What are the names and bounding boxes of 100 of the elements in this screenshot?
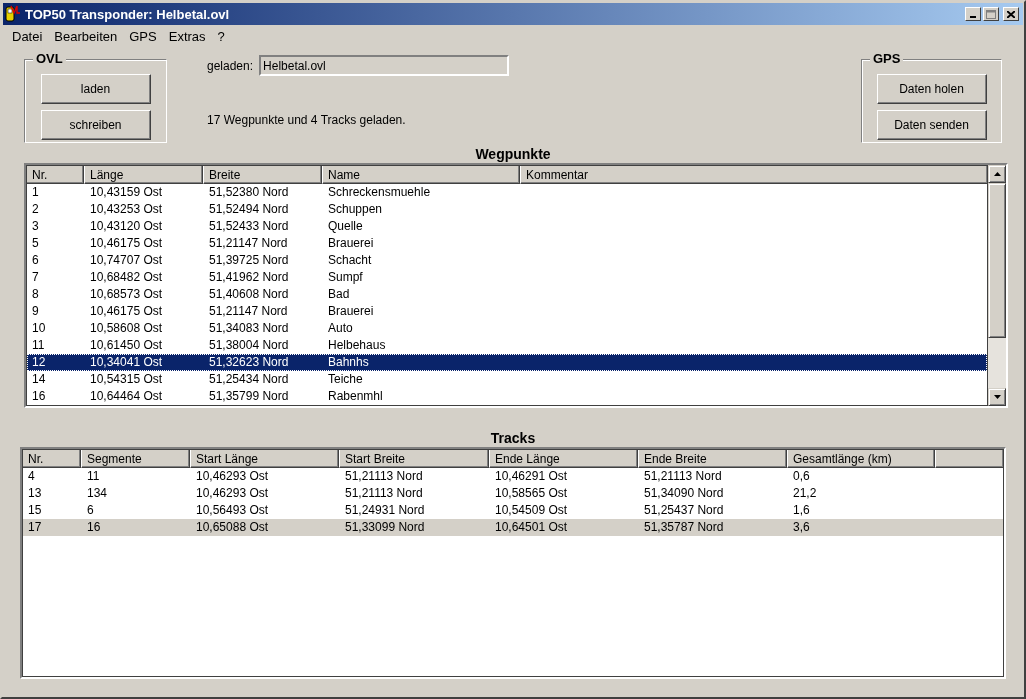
table-cell-text: 11 <box>31 337 46 354</box>
table-cell-text: 21,2 <box>792 485 818 502</box>
table-cell-text: 134 <box>86 485 109 502</box>
group-button[interactable]: laden <box>40 74 151 104</box>
table-cell-text: 10,65088 Ost <box>195 519 270 536</box>
table-cell-text: 51,34083 Nord <box>208 320 290 337</box>
table-cell-text: 10,68573 Ost <box>89 286 164 303</box>
table-cell-text: Bad <box>327 286 351 303</box>
table-row[interactable]: 12 10,34041 Ost 51,32623 Nord Bahnhs <box>27 354 987 371</box>
app-icon <box>5 5 21 23</box>
table-cell-text: 6 <box>31 252 40 269</box>
scroll-down-icon[interactable] <box>988 388 1006 406</box>
table-cell-text: Schacht <box>327 252 373 269</box>
table-cell-text: 3,6 <box>792 519 811 536</box>
table-row[interactable]: 13 134 10,46293 Ost 51,21113 Nord 10,58565 Ost 51,34090 Nord 21,2 <box>23 485 1003 502</box>
field-label: geladen: <box>207 58 254 73</box>
table-cell-text: 51,21113 Nord <box>344 485 424 502</box>
table-row[interactable]: 2 10,43253 Ost 51,52494 Nord Schuppen <box>27 201 987 218</box>
table-cell-text: 11 <box>86 468 101 485</box>
minimize-icon[interactable] <box>965 7 981 21</box>
table-cell-text: 51,24931 Nord <box>344 502 426 519</box>
menu-item[interactable]: GPS <box>123 28 163 44</box>
table-row[interactable]: 6 10,74707 Ost 51,39725 Nord Schacht <box>27 252 987 269</box>
group-button[interactable]: schreiben <box>40 110 151 140</box>
column-header[interactable]: Breite <box>203 165 322 184</box>
column-header[interactable]: Gesamtlänge (km) <box>787 449 935 468</box>
table-row[interactable]: 10 10,58608 Ost 51,34083 Nord Auto <box>27 320 987 337</box>
table-cell-text: 51,40608 Nord <box>208 286 290 303</box>
table-cell-text: 16 <box>31 388 47 405</box>
menu-item[interactable]: Extras <box>162 28 212 44</box>
table-row[interactable]: 14 10,54315 Ost 51,25434 Nord Teiche <box>27 371 987 388</box>
table-cell-text: 1 <box>31 184 40 201</box>
table-cell-text: 51,25434 Nord <box>208 371 290 388</box>
table-cell-text: 10,43120 Ost <box>89 218 164 235</box>
table-cell-text: Brauerei <box>327 235 375 252</box>
section-title: Wegpunkte <box>474 146 552 163</box>
table-cell-text: Teiche <box>327 371 364 388</box>
table-row[interactable]: 17 16 10,65088 Ost 51,33099 Nord 10,64501 Ost 51,35787 Nord 3,6 <box>23 519 1003 536</box>
section-title: Tracks <box>489 430 537 447</box>
table-cell-text: 10,43159 Ost <box>89 184 164 201</box>
scroll-thumb[interactable] <box>988 183 1006 338</box>
menu-item[interactable]: Bearbeiten <box>48 28 124 44</box>
column-header[interactable]: Ende Breite <box>638 449 787 468</box>
table-cell-text: 10,54315 Ost <box>89 371 164 388</box>
table-cell-text: 10,34041 Ost <box>89 354 164 371</box>
table-cell-text: 10,46293 Ost <box>195 485 270 502</box>
table-cell-text: Quelle <box>327 218 364 235</box>
table-row[interactable]: 8 10,68573 Ost 51,40608 Nord Bad <box>27 286 987 303</box>
table-cell-text: 51,52380 Nord <box>208 184 290 201</box>
column-header[interactable]: Nr. <box>22 449 81 468</box>
table-cell-text: 51,21147 Nord <box>208 303 289 320</box>
table-cell-text: Schreckensmuehle <box>327 184 432 201</box>
table-cell-text: 10,46175 Ost <box>89 235 164 252</box>
table-cell-text: 10,46293 Ost <box>195 468 270 485</box>
table-cell-text: 51,41962 Nord <box>208 269 290 286</box>
column-header[interactable]: Nr. <box>26 165 84 184</box>
table-row[interactable]: 11 10,61450 Ost 51,38004 Nord Helbehaus <box>27 337 987 354</box>
column-header[interactable]: Segmente <box>81 449 190 468</box>
table-cell-text: 13 <box>27 485 43 502</box>
table-cell-text: 4 <box>27 468 36 485</box>
column-header[interactable]: Länge <box>84 165 203 184</box>
table-cell-text: 10,43253 Ost <box>89 201 164 218</box>
table-cell-text: 51,35787 Nord <box>643 519 725 536</box>
table-row[interactable]: 1 10,43159 Ost 51,52380 Nord Schreckensmuehle <box>27 184 987 201</box>
menu-item[interactable]: ? <box>211 28 231 44</box>
table-row[interactable]: 4 11 10,46293 Ost 51,21113 Nord 10,46291 Ost 51,21113 Nord 0,6 <box>23 468 1003 485</box>
scrollbar[interactable] <box>988 165 1006 406</box>
menu-item[interactable]: Datei <box>6 28 49 44</box>
table-row[interactable]: 15 6 10,56493 Ost 51,24931 Nord 10,54509 Ost 51,25437 Nord 1,6 <box>23 502 1003 519</box>
column-header[interactable]: Ende Länge <box>489 449 638 468</box>
column-header[interactable]: Start Länge <box>190 449 339 468</box>
table-cell-text: 51,34090 Nord <box>643 485 725 502</box>
table-cell-text: 51,32623 Nord <box>208 354 290 371</box>
table-row[interactable]: 16 10,64464 Ost 51,35799 Nord Rabenmhl <box>27 388 987 405</box>
table-cell-text: 0,6 <box>792 468 811 485</box>
column-header[interactable]: Name <box>322 165 520 184</box>
close-icon[interactable] <box>1003 7 1019 21</box>
scroll-up-icon[interactable] <box>988 165 1006 183</box>
table-cell-text: 51,52433 Nord <box>208 218 290 235</box>
table-cell-text: 8 <box>31 286 40 303</box>
table-row[interactable]: 5 10,46175 Ost 51,21147 Nord Brauerei <box>27 235 987 252</box>
group-button[interactable]: Daten senden <box>876 110 987 140</box>
group-button[interactable]: Daten holen <box>876 74 987 104</box>
table-cell-text: Helbehaus <box>327 337 387 354</box>
table-cell-text: Auto <box>327 320 354 337</box>
table-row[interactable]: 7 10,68482 Ost 51,41962 Nord Sumpf <box>27 269 987 286</box>
table-cell-text: 51,38004 Nord <box>208 337 290 354</box>
column-header[interactable]: Kommentar <box>520 165 988 184</box>
table-cell-text: 1,6 <box>792 502 811 519</box>
maximize-icon[interactable] <box>983 7 999 21</box>
table-row[interactable]: 9 10,46175 Ost 51,21147 Nord Brauerei <box>27 303 987 320</box>
column-header[interactable]: Start Breite <box>339 449 489 468</box>
table-cell-text: 12 <box>31 354 47 371</box>
loaded-file-field[interactable]: Helbetal.ovl <box>259 55 510 76</box>
table-cell-text: 10,46291 Ost <box>494 468 569 485</box>
table-cell-text: 10,54509 Ost <box>494 502 569 519</box>
table-row[interactable]: 3 10,43120 Ost 51,52433 Nord Quelle <box>27 218 987 235</box>
table-cell-text: 16 <box>86 519 102 536</box>
table-cell-text: 51,39725 Nord <box>208 252 290 269</box>
table-cell-text: 10,56493 Ost <box>195 502 270 519</box>
